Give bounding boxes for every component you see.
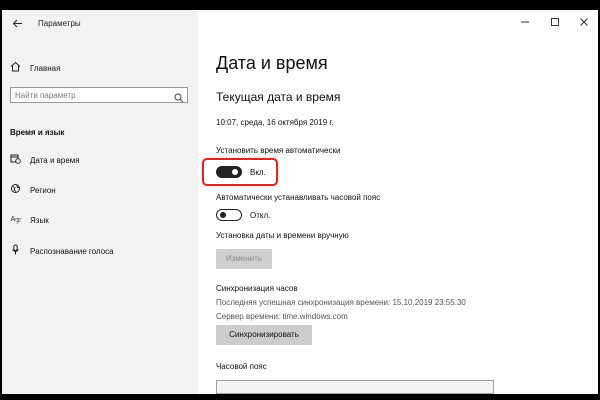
auto-timezone-toggle[interactable]: Откл.	[216, 208, 270, 222]
home-icon	[8, 61, 22, 75]
toggle-switch-on[interactable]	[216, 166, 242, 178]
timezone-label: Часовой пояс	[216, 362, 267, 371]
last-sync-text: Последняя успешная синхронизация времени…	[216, 298, 466, 307]
time-server-text: Сервер времени: time.windows.com	[216, 312, 348, 321]
screenshot-border-bottom	[0, 394, 600, 400]
sidebar: Главная Время и язык Дата и время Регион…	[2, 10, 198, 394]
auto-time-label: Установить время автоматически	[216, 146, 341, 155]
current-datetime: 10:07, среда, 16 октября 2019 г.	[216, 118, 334, 127]
toggle-switch-off[interactable]	[216, 209, 242, 221]
sidebar-item-label: Дата и время	[30, 155, 80, 165]
sidebar-item-date-time[interactable]: Дата и время	[8, 152, 80, 168]
manual-time-label: Установка даты и времени вручную	[216, 231, 349, 240]
timezone-dropdown[interactable]	[216, 380, 494, 394]
sidebar-item-label: Регион	[30, 185, 56, 195]
globe-icon	[8, 183, 22, 197]
search-box[interactable]	[10, 87, 188, 103]
sidebar-item-label: Распознавание голоса	[30, 246, 114, 256]
change-button[interactable]: Изменить	[216, 249, 272, 269]
sidebar-item-label: Язык	[30, 215, 49, 225]
toggle-state: Вкл.	[250, 167, 266, 177]
page-title: Дата и время	[216, 53, 328, 73]
sync-button[interactable]: Синхронизировать	[216, 325, 312, 345]
section-heading: Время и язык	[10, 128, 65, 137]
section-title: Текущая дата и время	[216, 90, 341, 104]
sidebar-item-region[interactable]: Регион	[8, 182, 56, 198]
sync-heading: Синхронизация часов	[216, 284, 298, 293]
window-title: Параметры	[38, 19, 81, 28]
language-icon: A字	[8, 213, 22, 227]
auto-time-toggle[interactable]: Вкл.	[216, 165, 266, 179]
auto-timezone-label: Автоматически устанавливать часовой пояс	[216, 193, 381, 202]
home-label: Главная	[30, 63, 61, 73]
calendar-clock-icon	[8, 153, 22, 167]
search-icon[interactable]	[174, 90, 184, 103]
search-input[interactable]	[15, 89, 165, 101]
settings-window: Главная Время и язык Дата и время Регион…	[2, 10, 598, 394]
sidebar-item-speech[interactable]: Распознавание голоса	[8, 243, 114, 259]
home-nav-item[interactable]: Главная	[8, 60, 60, 76]
main-content: Дата и время Текущая дата и время 10:07,…	[198, 10, 598, 394]
sidebar-item-language[interactable]: A字 Язык	[8, 212, 49, 228]
toggle-state: Откл.	[250, 210, 271, 220]
back-arrow-icon[interactable]	[8, 16, 26, 34]
screenshot-border-top	[0, 0, 600, 10]
microphone-icon	[8, 244, 22, 258]
svg-text:字: 字	[15, 217, 21, 224]
